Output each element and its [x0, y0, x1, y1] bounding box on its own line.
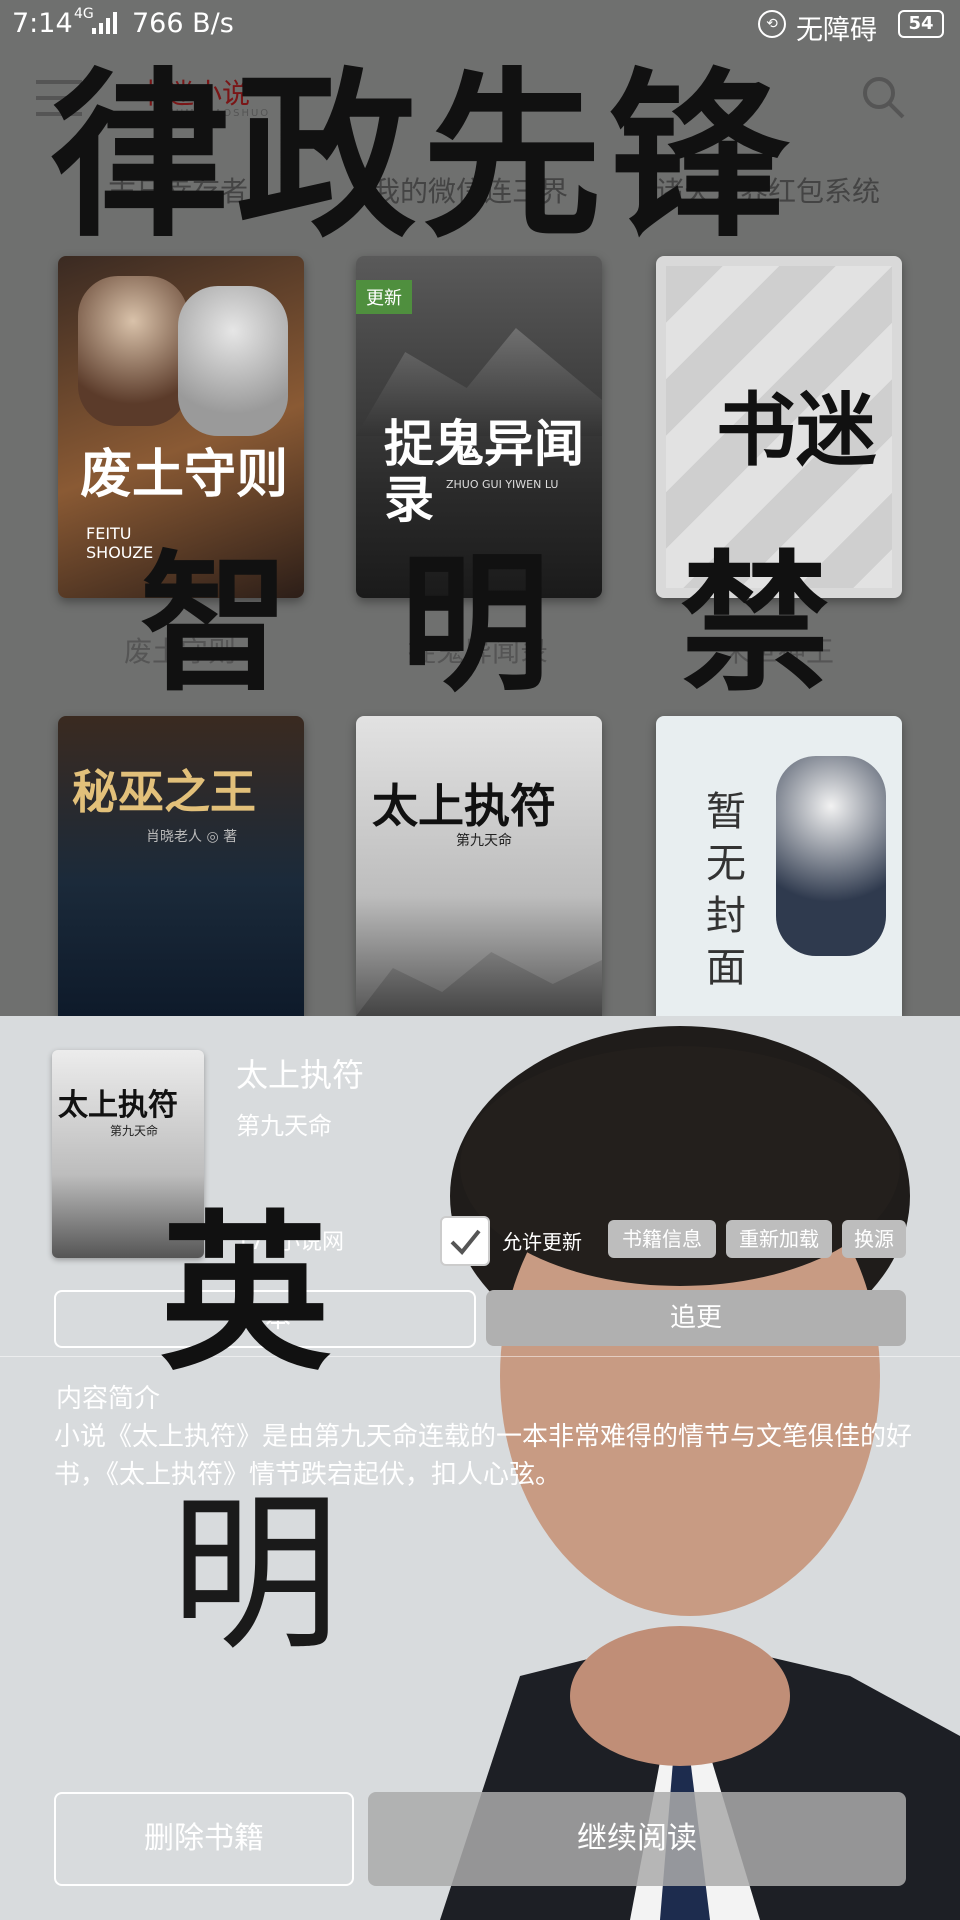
cover-subtitle: 肖晓老人 ◎ 著 [146, 829, 238, 845]
cover-title-art: 暂无封面 [706, 789, 746, 991]
cover-subtitle: FEITU SHOUZE [86, 524, 154, 562]
status-bar: 7:14 4G 766 B/s ⟲ 无障碍 54 [0, 0, 960, 48]
watermark-text: 律政先锋 [50, 53, 795, 262]
book-cover[interactable]: 秘巫之王 肖晓老人 ◎ 著 [58, 716, 304, 1016]
watermark-char: 禁 [680, 538, 831, 712]
continue-reading-button[interactable]: 继续阅读 [368, 1792, 906, 1886]
cover-title-art: 太上执符 [58, 1088, 178, 1123]
change-source-button[interactable]: 换源 [842, 1220, 906, 1258]
allow-update-label: 允许更新 [502, 1230, 582, 1254]
accessibility-label: 无障碍 [796, 15, 877, 46]
cover-subtitle: ZHUO GUI YIWEN LU [446, 478, 559, 491]
character-art [78, 276, 188, 426]
watermark-char: 英 [160, 1196, 331, 1394]
intro-label: 内容简介 [56, 1384, 161, 1414]
book-cover[interactable]: 暂无封面 [656, 716, 902, 1016]
search-icon[interactable] [860, 74, 906, 120]
divider [0, 1356, 960, 1357]
follow-button[interactable]: 追更 [486, 1290, 906, 1346]
cover-title-art: 书迷 [716, 383, 876, 477]
character-art [178, 286, 288, 436]
battery-icon: 54 [898, 10, 944, 38]
watermark-char: 明 [170, 1476, 341, 1674]
cover-subtitle: 第九天命 [110, 1124, 159, 1138]
cover-scenery [356, 952, 602, 1016]
sheet-author: 第九天命 [236, 1112, 332, 1140]
cover-subtitle: 第九天命 [456, 833, 512, 849]
watermark-char: 智 [140, 538, 291, 712]
cover-title-art: 捉鬼异闻录 [384, 414, 584, 529]
cover-title-art: 秘巫之王 [72, 765, 256, 819]
allow-update-checkbox[interactable] [440, 1216, 490, 1266]
cover-title-art: 废土守则 [80, 444, 289, 505]
status-time: 7:14 [12, 8, 73, 39]
delete-book-button[interactable]: 删除书籍 [54, 1792, 354, 1886]
cover-title-art: 太上执符 [372, 779, 556, 833]
book-cover[interactable]: 太上执符 第九天命 [356, 716, 602, 1016]
update-badge: 更新 [356, 280, 412, 314]
character-art [776, 756, 886, 956]
reload-button[interactable]: 重新加载 [726, 1220, 832, 1258]
network-speed: 766 B/s [132, 8, 234, 39]
signal-icon [92, 12, 117, 34]
check-icon [450, 1229, 481, 1255]
network-type: 4G [74, 6, 94, 22]
watermark-char: 明 [400, 538, 551, 712]
sheet-book-title: 太上执符 [236, 1056, 365, 1094]
book-info-button[interactable]: 书籍信息 [608, 1220, 716, 1258]
rotation-lock-icon: ⟲ [758, 10, 786, 38]
intro-text: 小说《太上执符》是由第九天命连载的一本非常难得的情节与文笔俱佳的好书，《太上执符… [54, 1422, 913, 1490]
